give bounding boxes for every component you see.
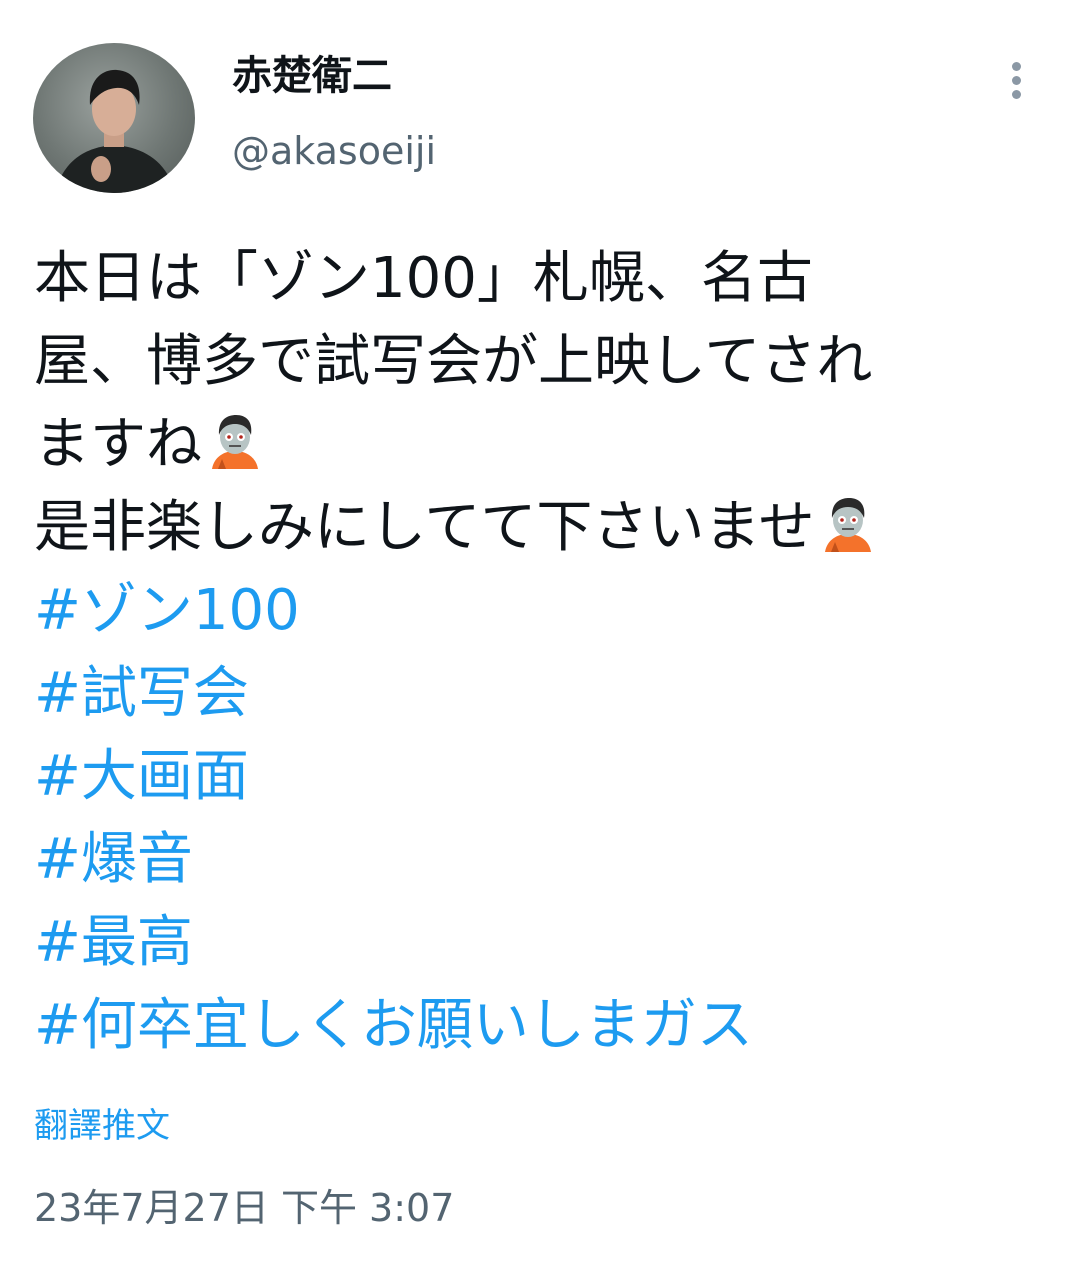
zombie-emoji-icon bbox=[212, 415, 258, 469]
tweet-timestamp[interactable]: 23年7月27日 下午 3:07 bbox=[34, 1184, 454, 1232]
tweet-line: 是非楽しみにしてて下さいませ bbox=[34, 486, 1044, 569]
more-vertical-icon-dot bbox=[1012, 90, 1021, 99]
more-vertical-icon bbox=[1012, 62, 1021, 71]
more-vertical-icon-dot bbox=[1012, 76, 1021, 85]
avatar-photo bbox=[55, 69, 175, 193]
tweet-line-text: 是非楽しみにしてて下さいませ bbox=[34, 495, 815, 560]
tweet-line-text: 本日は「ゾン100」札幌、名古 bbox=[34, 246, 813, 311]
author-display-name[interactable]: 赤楚衛二 bbox=[232, 52, 392, 100]
hashtag-link[interactable]: #何卒宜しくお願いしまガス bbox=[34, 984, 1044, 1067]
hashtag-link[interactable]: #大画面 bbox=[34, 735, 1044, 818]
hashtag-link[interactable]: #爆音 bbox=[34, 818, 1044, 901]
author-handle[interactable]: @akasoeiji bbox=[232, 128, 436, 174]
tweet-line-text: ますね bbox=[34, 412, 202, 477]
tweet-line: 本日は「ゾン100」札幌、名古 bbox=[34, 237, 1044, 320]
avatar[interactable] bbox=[33, 43, 195, 193]
hashtag-link[interactable]: #ゾン100 bbox=[34, 569, 1044, 652]
translate-tweet-link[interactable]: 翻譯推文 bbox=[34, 1104, 170, 1148]
hashtag-link[interactable]: #最高 bbox=[34, 901, 1044, 984]
zombie-emoji-icon bbox=[824, 498, 871, 552]
more-options-button[interactable] bbox=[998, 56, 1036, 104]
tweet-line: 屋、博多で試写会が上映してされ bbox=[34, 320, 1044, 403]
tweet-text: 本日は「ゾン100」札幌、名古 屋、博多で試写会が上映してされ ますね 是非楽し… bbox=[34, 237, 1044, 1067]
tweet-line: ますね bbox=[34, 403, 1044, 486]
tweet-line-text: 屋、博多で試写会が上映してされ bbox=[34, 329, 873, 394]
hashtag-link[interactable]: #試写会 bbox=[34, 652, 1044, 735]
